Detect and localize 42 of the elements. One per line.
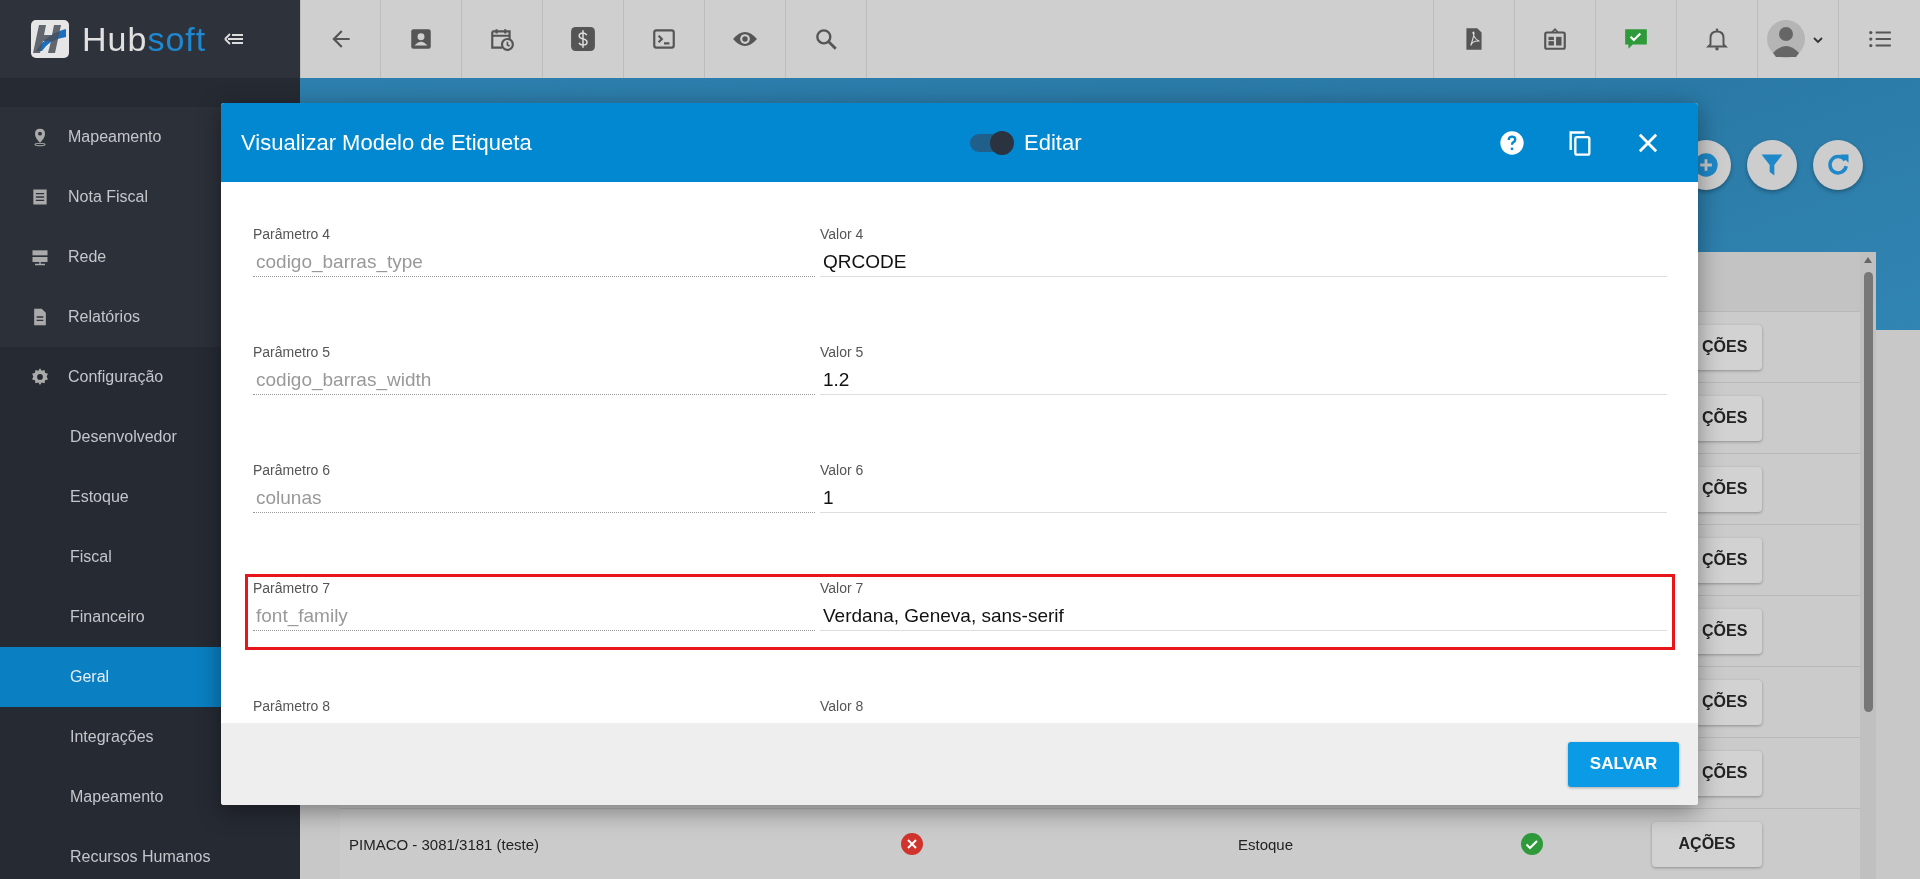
- field-label: Valor 6: [820, 462, 865, 479]
- actions-button[interactable]: AÇÕES: [1652, 821, 1762, 867]
- value-field[interactable]: QRCODE: [820, 243, 1667, 277]
- parameter-field: codigo_barras_type: [253, 243, 815, 277]
- edit-toggle[interactable]: [970, 133, 1012, 152]
- collapse-menu-icon[interactable]: [224, 32, 245, 46]
- parameter-field: colunas: [253, 479, 815, 513]
- field-label: Valor 7: [820, 580, 865, 597]
- toggle-label: Editar: [1024, 129, 1082, 156]
- sidebar-item[interactable]: Recursos Humanos: [0, 827, 300, 879]
- receipt-icon: [30, 187, 50, 207]
- help-icon[interactable]: [1498, 128, 1526, 157]
- scroll-up-icon[interactable]: [1863, 256, 1873, 264]
- scrollbar[interactable]: [1860, 252, 1876, 879]
- chat-check-icon: [1623, 26, 1649, 52]
- dollar-icon: [570, 26, 596, 52]
- board-icon: [1542, 26, 1568, 52]
- parameter-field: codigo_barras_width: [253, 361, 815, 395]
- scrollbar-thumb[interactable]: [1863, 272, 1873, 712]
- refresh-button[interactable]: [1813, 140, 1863, 190]
- field-label: Valor 4: [820, 226, 865, 243]
- table-cell: Estoque: [1238, 835, 1294, 853]
- calendar-clock-icon: [489, 26, 515, 52]
- value-field[interactable]: 1.2: [820, 361, 1667, 395]
- server-icon: [30, 247, 50, 267]
- parameter-field: font_family: [253, 597, 815, 631]
- value-field[interactable]: 1: [820, 479, 1667, 513]
- contact-card-icon: [408, 26, 434, 52]
- field-label: Parâmetro 5: [253, 344, 332, 361]
- terminal-icon: [651, 26, 677, 52]
- logo-icon: [30, 19, 70, 59]
- field-label: Parâmetro 6: [253, 462, 332, 479]
- table-cell: PIMACO - 3081/3181 (teste): [349, 835, 540, 853]
- brand-name: Hubsoft: [82, 19, 207, 59]
- filter-button[interactable]: [1747, 140, 1797, 190]
- settings-icon: [30, 367, 50, 387]
- field-label: Parâmetro 7: [253, 580, 332, 597]
- bell-icon: [1704, 26, 1730, 52]
- value-field[interactable]: Verdana, Geneva, sans-serif: [820, 597, 1667, 631]
- field-label: Valor 5: [820, 344, 865, 361]
- field-label: Valor 8: [820, 698, 865, 715]
- search-icon: [813, 26, 839, 52]
